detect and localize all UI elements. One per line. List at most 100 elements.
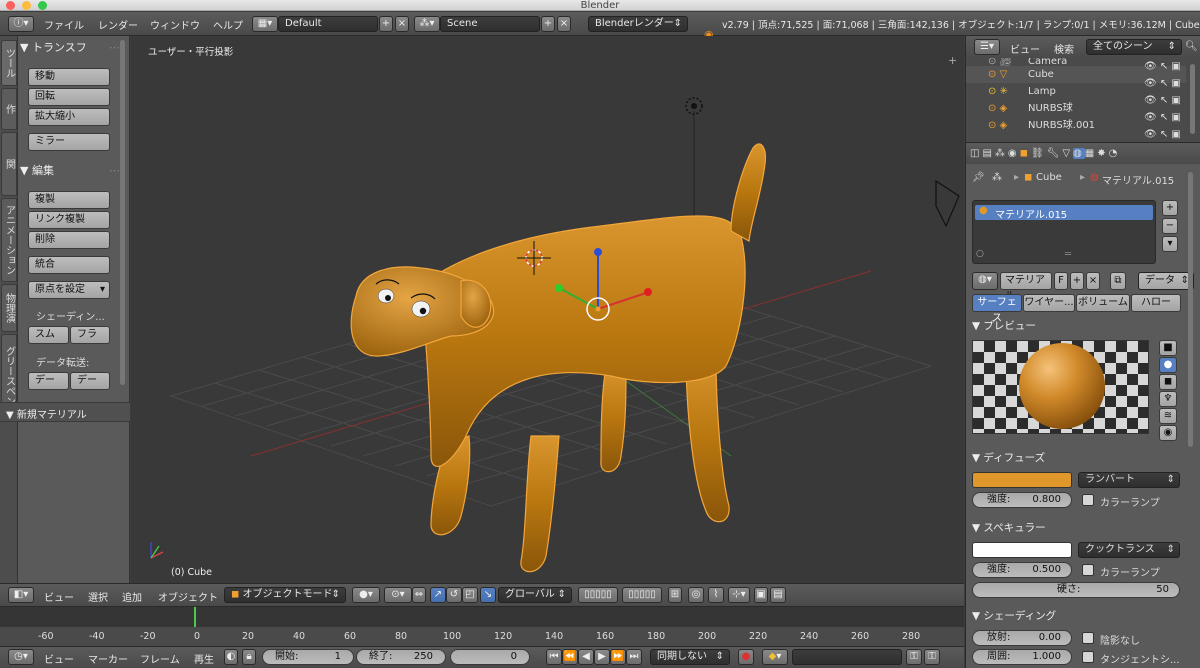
specular-shader-select[interactable]: クックトランス ⇕ [1078, 542, 1180, 558]
specular-hardness-field[interactable]: 硬さ: 50 [972, 582, 1180, 598]
diffuse-shader-select[interactable]: ランバート ⇕ [1078, 472, 1180, 488]
scene-layers-grid[interactable]: ▯▯▯▯▯ [578, 587, 618, 603]
remove-slot-button[interactable]: − [1162, 218, 1178, 234]
resize-handle[interactable]: ═ [1065, 249, 1071, 260]
add-layout-button[interactable]: + [379, 16, 393, 32]
specular-color-swatch[interactable] [972, 542, 1072, 558]
particles-icon[interactable]: ✸ [1097, 148, 1108, 159]
render-icon[interactable]: ◫ [970, 148, 982, 159]
diffuse-ramp-checkbox[interactable] [1082, 494, 1094, 506]
3d-viewport[interactable]: ユーザー・平行投影 (0) Cube + [131, 36, 964, 583]
proportional-edit-icon[interactable]: ◎ [688, 587, 704, 603]
world-icon[interactable]: ◉ [1008, 148, 1020, 159]
scale-manipulator-button[interactable]: ◰ [462, 587, 478, 603]
jump-keyframe-back-button[interactable]: ⏪ [562, 649, 578, 665]
keying-set-field[interactable] [792, 649, 902, 665]
scene-icon[interactable]: ⁂▾ [414, 16, 440, 32]
current-frame-field[interactable]: 0 [450, 649, 530, 665]
manipulator-active-button[interactable]: ↘ [480, 587, 496, 603]
menu-render[interactable]: レンダー [98, 17, 138, 32]
rotate-manipulator-button[interactable]: ↺ [446, 587, 462, 603]
transform-orientation-select[interactable]: グローバル ⇕ [498, 587, 572, 603]
menu-playback[interactable]: 再生 [194, 651, 214, 666]
editor-type-3dview-icon[interactable]: ◧▾ [8, 587, 34, 603]
material-name-field[interactable]: マテリアル [1000, 272, 1052, 302]
delete-keyframe-icon[interactable]: ⚿ [924, 649, 940, 665]
visibility-toggles[interactable]: 👁︎ ↖ ▣ 👁︎ ↖ ▣ 👁︎ ↖ ▣ 👁︎ ↖ ▣ 👁︎ ↖ ▣ [1144, 58, 1181, 143]
pivot-point-select[interactable]: ⊙▾ [384, 587, 412, 603]
layout-icon[interactable]: ▦▾ [252, 16, 278, 32]
end-frame-field[interactable]: 終了: 250 [356, 649, 446, 665]
jump-keyframe-forward-button[interactable]: ⏩ [610, 649, 626, 665]
preview-monkey-icon[interactable]: ♆ [1159, 391, 1177, 407]
pin-icon[interactable]: 📌︎ [972, 172, 985, 183]
render-engine-select[interactable]: Blenderレンダー ⇕ [588, 16, 688, 32]
slot-specials-button[interactable]: ▾ [1162, 236, 1178, 252]
menu-file[interactable]: ファイル [44, 17, 84, 32]
menu-window[interactable]: ウィンドウ [150, 17, 200, 32]
mirror-button[interactable]: ミラー [28, 133, 110, 151]
display-mode-select[interactable]: 全てのシーン ⇕ [1086, 39, 1182, 55]
properties-scrollbar[interactable] [1188, 172, 1193, 447]
add-slot-button[interactable]: + [1162, 200, 1178, 216]
data-layout-transfer-button[interactable]: デー [70, 372, 110, 390]
menu-timeline-view[interactable]: ビュー [44, 651, 74, 666]
transform-panel-header[interactable]: ▼ トランスフ ⋯ [20, 38, 124, 58]
tool-shelf-scrollbar[interactable] [120, 40, 125, 385]
scene-props-icon[interactable]: ⁂ [995, 148, 1008, 159]
current-frame-marker[interactable] [194, 607, 196, 627]
shading-panel-header[interactable]: ▼ シェーディング [972, 608, 1056, 623]
menu-view[interactable]: ビュー [44, 589, 74, 604]
lock-layers-icon[interactable]: ⊞ [668, 587, 682, 603]
menu-outliner-view[interactable]: ビュー [1010, 41, 1040, 56]
menu-outliner-search[interactable]: 検索 [1054, 41, 1074, 56]
tab-halo[interactable]: ハロー [1131, 294, 1181, 312]
operator-panel[interactable]: ▼ 新規マテリアル [0, 402, 130, 422]
context-tab-icons[interactable]: ◫▤⁂◉◼⛓🔧︎▽◍▦✸◔ [970, 146, 1170, 162]
viewport-shading-select[interactable]: ●▾ [352, 587, 380, 603]
remove-scene-button[interactable]: × [557, 16, 571, 32]
material-slot-list[interactable]: ● マテリアル.015 ○ ═ [972, 200, 1156, 264]
preview-hair-icon[interactable]: ≋ [1159, 408, 1177, 424]
menu-frame[interactable]: フレーム [140, 651, 180, 666]
snap-element-select[interactable]: ⊹▾ [728, 587, 750, 603]
constraints-icon[interactable]: ⛓ [1031, 148, 1047, 159]
browse-material-icon[interactable]: ◍▾ [972, 272, 998, 290]
diffuse-color-swatch[interactable] [972, 472, 1072, 488]
new-material-button[interactable]: + [1070, 272, 1084, 290]
snap-toggle-icon[interactable]: ⌇ [708, 587, 724, 603]
start-frame-field[interactable]: 開始: 1 [262, 649, 354, 665]
unlink-material-button[interactable]: × [1086, 272, 1100, 290]
shade-smooth-button[interactable]: スム [28, 326, 69, 344]
physics-icon[interactable]: ◔ [1109, 148, 1121, 159]
preview-sphere-icon[interactable]: ● [1159, 357, 1177, 373]
auto-keying-button[interactable]: ● [738, 649, 754, 665]
emit-slider[interactable]: 放射: 0.00 [972, 630, 1072, 646]
editor-type-timeline-icon[interactable]: ◷▾ [8, 649, 34, 665]
render-opengl-icon[interactable]: ▣ [754, 587, 768, 603]
material-tab-icon[interactable]: ◍ [1073, 148, 1085, 159]
tab-surface[interactable]: サーフェス [972, 294, 1022, 324]
duplicate-button[interactable]: 複製 [28, 191, 110, 209]
preview-flat-icon[interactable]: ■ [1159, 340, 1177, 356]
scale-button[interactable]: 拡大縮小 [28, 108, 110, 126]
tab-volume[interactable]: ボリューム [1076, 294, 1130, 312]
material-slot-item[interactable]: ● マテリアル.015 [975, 205, 1153, 221]
specular-intensity-slider[interactable]: 強度: 0.500 [972, 562, 1072, 578]
scene-field[interactable]: Scene [440, 16, 540, 32]
insert-keyframe-icon[interactable]: ⚿ [906, 649, 922, 665]
play-button[interactable]: ▶ [594, 649, 610, 665]
set-origin-menu[interactable]: 原点を設定 ▾ [28, 281, 110, 299]
editor-type-button[interactable]: ⓘ▾ [8, 16, 34, 32]
layout-field[interactable]: Default [278, 16, 378, 32]
preview-panel-header[interactable]: ▼ プレビュー [972, 318, 1036, 333]
tab-wire[interactable]: ワイヤー... [1023, 294, 1075, 312]
manipulator-toggle[interactable]: ⇔ [412, 587, 426, 603]
filter-options-icon[interactable]: ○ [976, 249, 984, 259]
scene-layers-grid-2[interactable]: ▯▯▯▯▯ [622, 587, 662, 603]
duplicate-linked-button[interactable]: リンク複製 [28, 211, 110, 229]
translate-manipulator-button[interactable]: ↗ [430, 587, 446, 603]
tangent-shading-checkbox[interactable] [1082, 651, 1094, 663]
preview-range-icon[interactable]: ◐ [224, 649, 238, 665]
menu-add[interactable]: 追加 [122, 589, 142, 604]
